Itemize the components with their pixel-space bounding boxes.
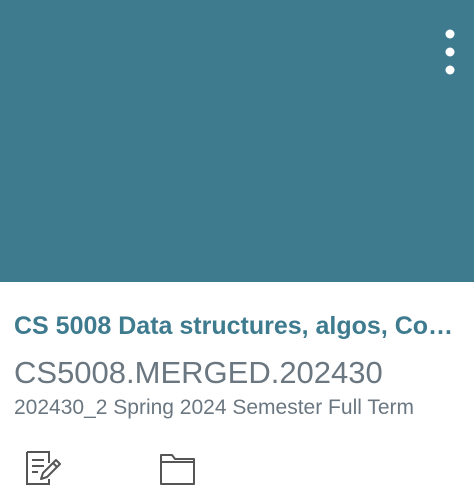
files-link[interactable] — [158, 449, 198, 486]
course-card: CS 5008 Data structures, algos, Computer… — [0, 0, 474, 486]
course-card-actions — [24, 449, 198, 486]
files-folder-icon — [160, 454, 195, 485]
assignments-link[interactable] — [24, 449, 64, 486]
course-card-hero[interactable] — [0, 0, 474, 282]
course-code: CS5008.MERGED.202430 — [14, 355, 383, 390]
course-title-link[interactable]: CS 5008 Data structures, algos, Computer… — [14, 311, 466, 341]
course-options-button[interactable] — [444, 28, 456, 78]
assignments-icon — [26, 451, 61, 485]
kebab-vertical-icon — [445, 29, 455, 75]
course-card-body: CS 5008 Data structures, algos, Computer… — [14, 282, 466, 421]
course-term: 202430_2 Spring 2024 Semester Full Term — [14, 396, 415, 419]
